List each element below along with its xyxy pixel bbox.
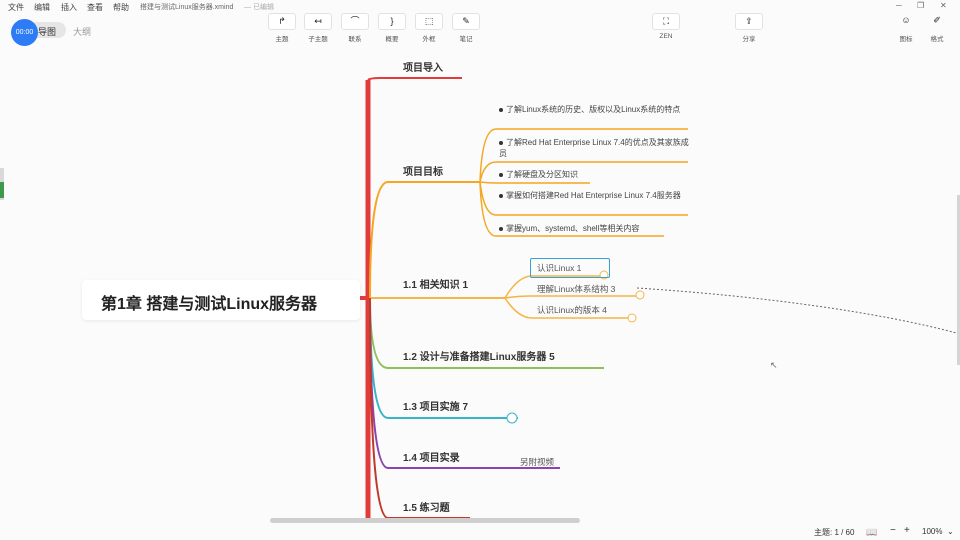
connector-record	[369, 297, 560, 469]
goal-item-2-label: 了解Red Hat Enterprise Linux 7.4的优点及其家族成员	[499, 138, 689, 158]
goal-item-4[interactable]: 掌握如何搭建Red Hat Enterprise Linux 7.4服务器	[499, 190, 694, 201]
goal-item-3-label: 了解硬盘及分区知识	[506, 170, 578, 179]
branch-design-prepare[interactable]: 1.2 设计与准备搭建Linux服务器 5	[403, 348, 555, 363]
mindmap-connectors	[358, 77, 960, 520]
zoom-out-icon[interactable]: −	[890, 525, 896, 536]
topic-count: 主题: 1 / 60	[814, 528, 855, 537]
horizontal-scrollbar[interactable]	[270, 518, 580, 523]
branch-exercises[interactable]: 1.5 练习题	[403, 499, 450, 514]
goal-item-5[interactable]: 掌握yum、systemd、shell等相关内容	[499, 223, 694, 234]
goal-item-3[interactable]: 了解硬盘及分区知识	[499, 169, 694, 180]
map-view-icon[interactable]: 📖	[866, 527, 877, 538]
central-topic[interactable]: 第1章 搭建与测试Linux服务器	[82, 280, 360, 320]
zoom-in-icon[interactable]: +	[904, 525, 910, 536]
goal-item-4-label: 掌握如何搭建Red Hat Enterprise Linux 7.4服务器	[506, 191, 681, 200]
goal-item-5-label: 掌握yum、systemd、shell等相关内容	[506, 224, 640, 233]
central-topic-label: 第1章 搭建与测试Linux服务器	[101, 296, 318, 313]
goal-item-1[interactable]: 了解Linux系统的历史、版权以及Linux系统的特点	[499, 104, 694, 115]
collapse-marker-2	[635, 290, 645, 300]
branch-project-intro[interactable]: 项目导入	[403, 59, 443, 74]
knowledge-item-1[interactable]: 认识Linux 1	[537, 262, 581, 274]
collapse-marker-implement	[506, 412, 518, 424]
cursor-icon: ↖	[770, 360, 778, 370]
zoom-level[interactable]: 100%	[922, 527, 942, 536]
branch-project-goals[interactable]: 项目目标	[403, 163, 443, 178]
branch-related-knowledge[interactable]: 1.1 相关知识 1	[403, 276, 468, 291]
goal-item-2[interactable]: 了解Red Hat Enterprise Linux 7.4的优点及其家族成员	[499, 137, 694, 159]
connector-knowledge-2	[504, 295, 640, 299]
relationship-line	[636, 287, 960, 335]
bullet-dot-icon	[499, 140, 503, 145]
branch-implementation[interactable]: 1.3 项目实施 7	[403, 398, 468, 413]
goal-item-1-label: 了解Linux系统的历史、版权以及Linux系统的特点	[506, 105, 681, 114]
connector-goal-3	[479, 181, 590, 184]
bullet-dot-icon	[499, 172, 503, 177]
video-note[interactable]: 另附视频	[520, 456, 554, 468]
knowledge-item-2[interactable]: 理解Linux体系结构 3	[537, 283, 615, 295]
connector-project-intro	[367, 77, 462, 81]
knowledge-item-3[interactable]: 认识Linux的版本 4	[537, 304, 607, 316]
zoom-menu-chevron-icon[interactable]: ⌄	[947, 527, 954, 536]
collapse-marker-3	[627, 313, 637, 323]
bullet-dot-icon	[499, 226, 503, 231]
bullet-dot-icon	[499, 193, 503, 198]
bullet-dot-icon	[499, 107, 503, 112]
branch-project-record[interactable]: 1.4 项目实录	[403, 449, 460, 464]
